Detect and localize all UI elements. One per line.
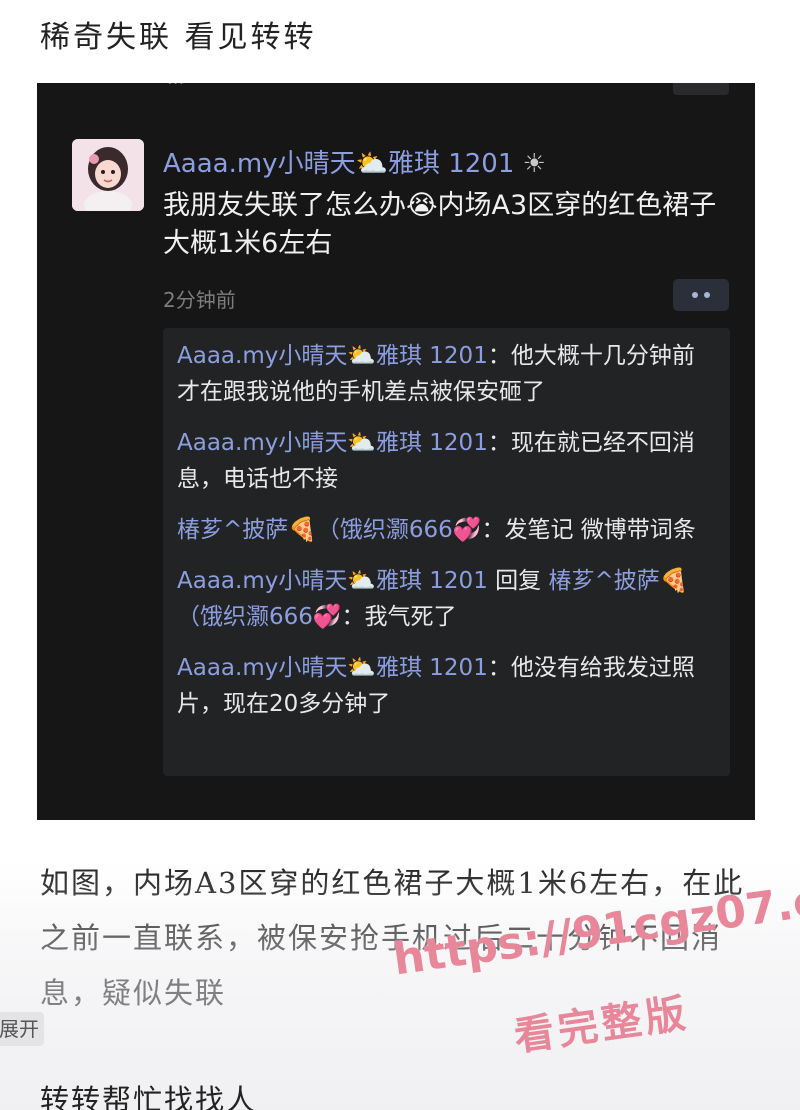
comment-screenshot: ··· Aaaa.my小晴天⛅雅琪 1201 ☀ 我朋友失联了怎么办😭内场A3区… — [37, 83, 755, 820]
reply-author[interactable]: Aaaa.my小晴天⛅雅琪 1201 — [177, 430, 488, 456]
reply-item[interactable]: Aaaa.my小晴天⛅雅琪 1201：他大概十几分钟前才在跟我说他的手机差点被保… — [177, 338, 716, 410]
cut-off-text: ··· — [167, 83, 185, 94]
page-title: 稀奇失联 看见转转 — [40, 20, 317, 55]
reply-item[interactable]: 椿芗^披萨🍕（饿织灏666💞：发笔记 微博带词条 — [177, 512, 716, 548]
reply-author[interactable]: Aaaa.my小晴天⛅雅琪 1201 — [177, 343, 488, 369]
reply-item[interactable]: Aaaa.my小晴天⛅雅琪 1201：他没有给我发过照片，现在20多分钟了 — [177, 650, 716, 722]
sun-icon: ☀ — [522, 149, 546, 179]
dot — [704, 292, 710, 298]
dot — [692, 292, 698, 298]
reply-list: Aaaa.my小晴天⛅雅琪 1201：他大概十几分钟前才在跟我说他的手机差点被保… — [163, 328, 730, 776]
reply-item[interactable]: Aaaa.my小晴天⛅雅琪 1201：现在就已经不回消息，电话也不接 — [177, 425, 716, 497]
reply-author[interactable]: Aaaa.my小晴天⛅雅琪 1201 — [177, 655, 488, 681]
reply-author[interactable]: 椿芗^披萨🍕（饿织灏666💞 — [177, 517, 481, 543]
reply-to-label: 回复 — [487, 568, 549, 594]
comment-time: 2分钟前 — [163, 288, 236, 312]
comment-body: 我朋友失联了怎么办😭内场A3区穿的红色裙子大概1米6左右 — [163, 190, 717, 259]
comment-author[interactable]: Aaaa.my小晴天⛅雅琪 1201 ☀ — [163, 143, 546, 180]
avatar[interactable] — [72, 139, 144, 211]
footer-text: 转转帮忙找找人 — [40, 1083, 258, 1110]
expand-button[interactable]: 展开 — [0, 1012, 44, 1046]
ellipsis-icon[interactable] — [673, 279, 729, 311]
comment-author-name: Aaaa.my小晴天⛅雅琪 1201 — [163, 149, 515, 179]
avatar-image — [72, 139, 144, 211]
reply-text: ：发笔记 微博带词条 — [481, 517, 696, 543]
cut-off-button — [673, 83, 729, 95]
reply-author[interactable]: Aaaa.my小晴天⛅雅琪 1201 — [177, 568, 488, 594]
reply-item[interactable]: Aaaa.my小晴天⛅雅琪 1201 回复 椿芗^披萨🍕（饿织灏666💞：我气死… — [177, 563, 716, 635]
reply-text: ：我气死了 — [341, 604, 457, 630]
